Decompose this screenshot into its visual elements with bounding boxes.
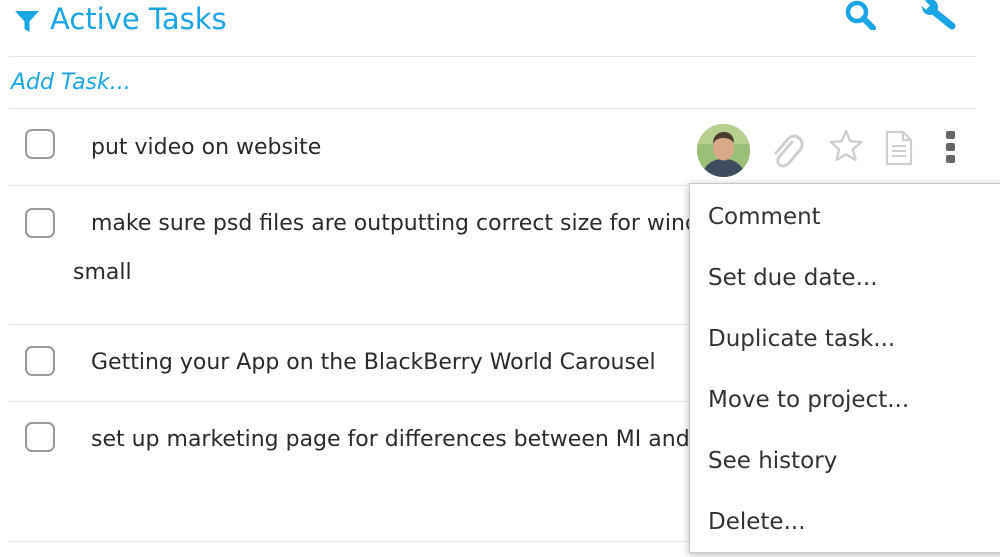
- avatar-icon[interactable]: [697, 124, 750, 177]
- menu-item-comment[interactable]: Comment: [708, 201, 821, 233]
- note-icon[interactable]: [884, 130, 914, 166]
- divider: [9, 56, 977, 57]
- menu-item-duplicate-task[interactable]: Duplicate task...: [708, 323, 895, 355]
- task-checkbox[interactable]: [25, 208, 55, 238]
- task-context-menu: Comment Set due date... Duplicate task..…: [689, 183, 1000, 553]
- menu-item-set-due-date[interactable]: Set due date...: [708, 262, 878, 294]
- search-icon[interactable]: [843, 0, 877, 30]
- menu-item-see-history[interactable]: See history: [708, 445, 837, 477]
- star-icon[interactable]: [828, 128, 864, 164]
- task-checkbox[interactable]: [25, 129, 55, 159]
- wrench-icon[interactable]: [918, 0, 958, 30]
- task-app: Active Tasks Add Task... put video on we…: [0, 0, 1000, 557]
- menu-item-delete[interactable]: Delete...: [708, 506, 806, 538]
- task-text: put video on website: [91, 135, 322, 160]
- task-checkbox[interactable]: [25, 346, 55, 376]
- task-text: set up marketing page for differences be…: [91, 427, 690, 452]
- filter-icon[interactable]: [14, 8, 40, 34]
- page-title: Active Tasks: [50, 2, 227, 36]
- more-vertical-icon[interactable]: [943, 130, 959, 164]
- add-task-input[interactable]: Add Task...: [11, 68, 131, 98]
- task-text-continuation: small: [73, 260, 132, 285]
- task-text: make sure psd files are outputting corre…: [91, 211, 699, 236]
- task-checkbox[interactable]: [25, 422, 55, 452]
- task-text: Getting your App on the BlackBerry World…: [91, 350, 656, 375]
- paperclip-icon[interactable]: [768, 128, 804, 168]
- menu-item-move-to-project[interactable]: Move to project...: [708, 384, 909, 416]
- header: Active Tasks: [0, 0, 980, 56]
